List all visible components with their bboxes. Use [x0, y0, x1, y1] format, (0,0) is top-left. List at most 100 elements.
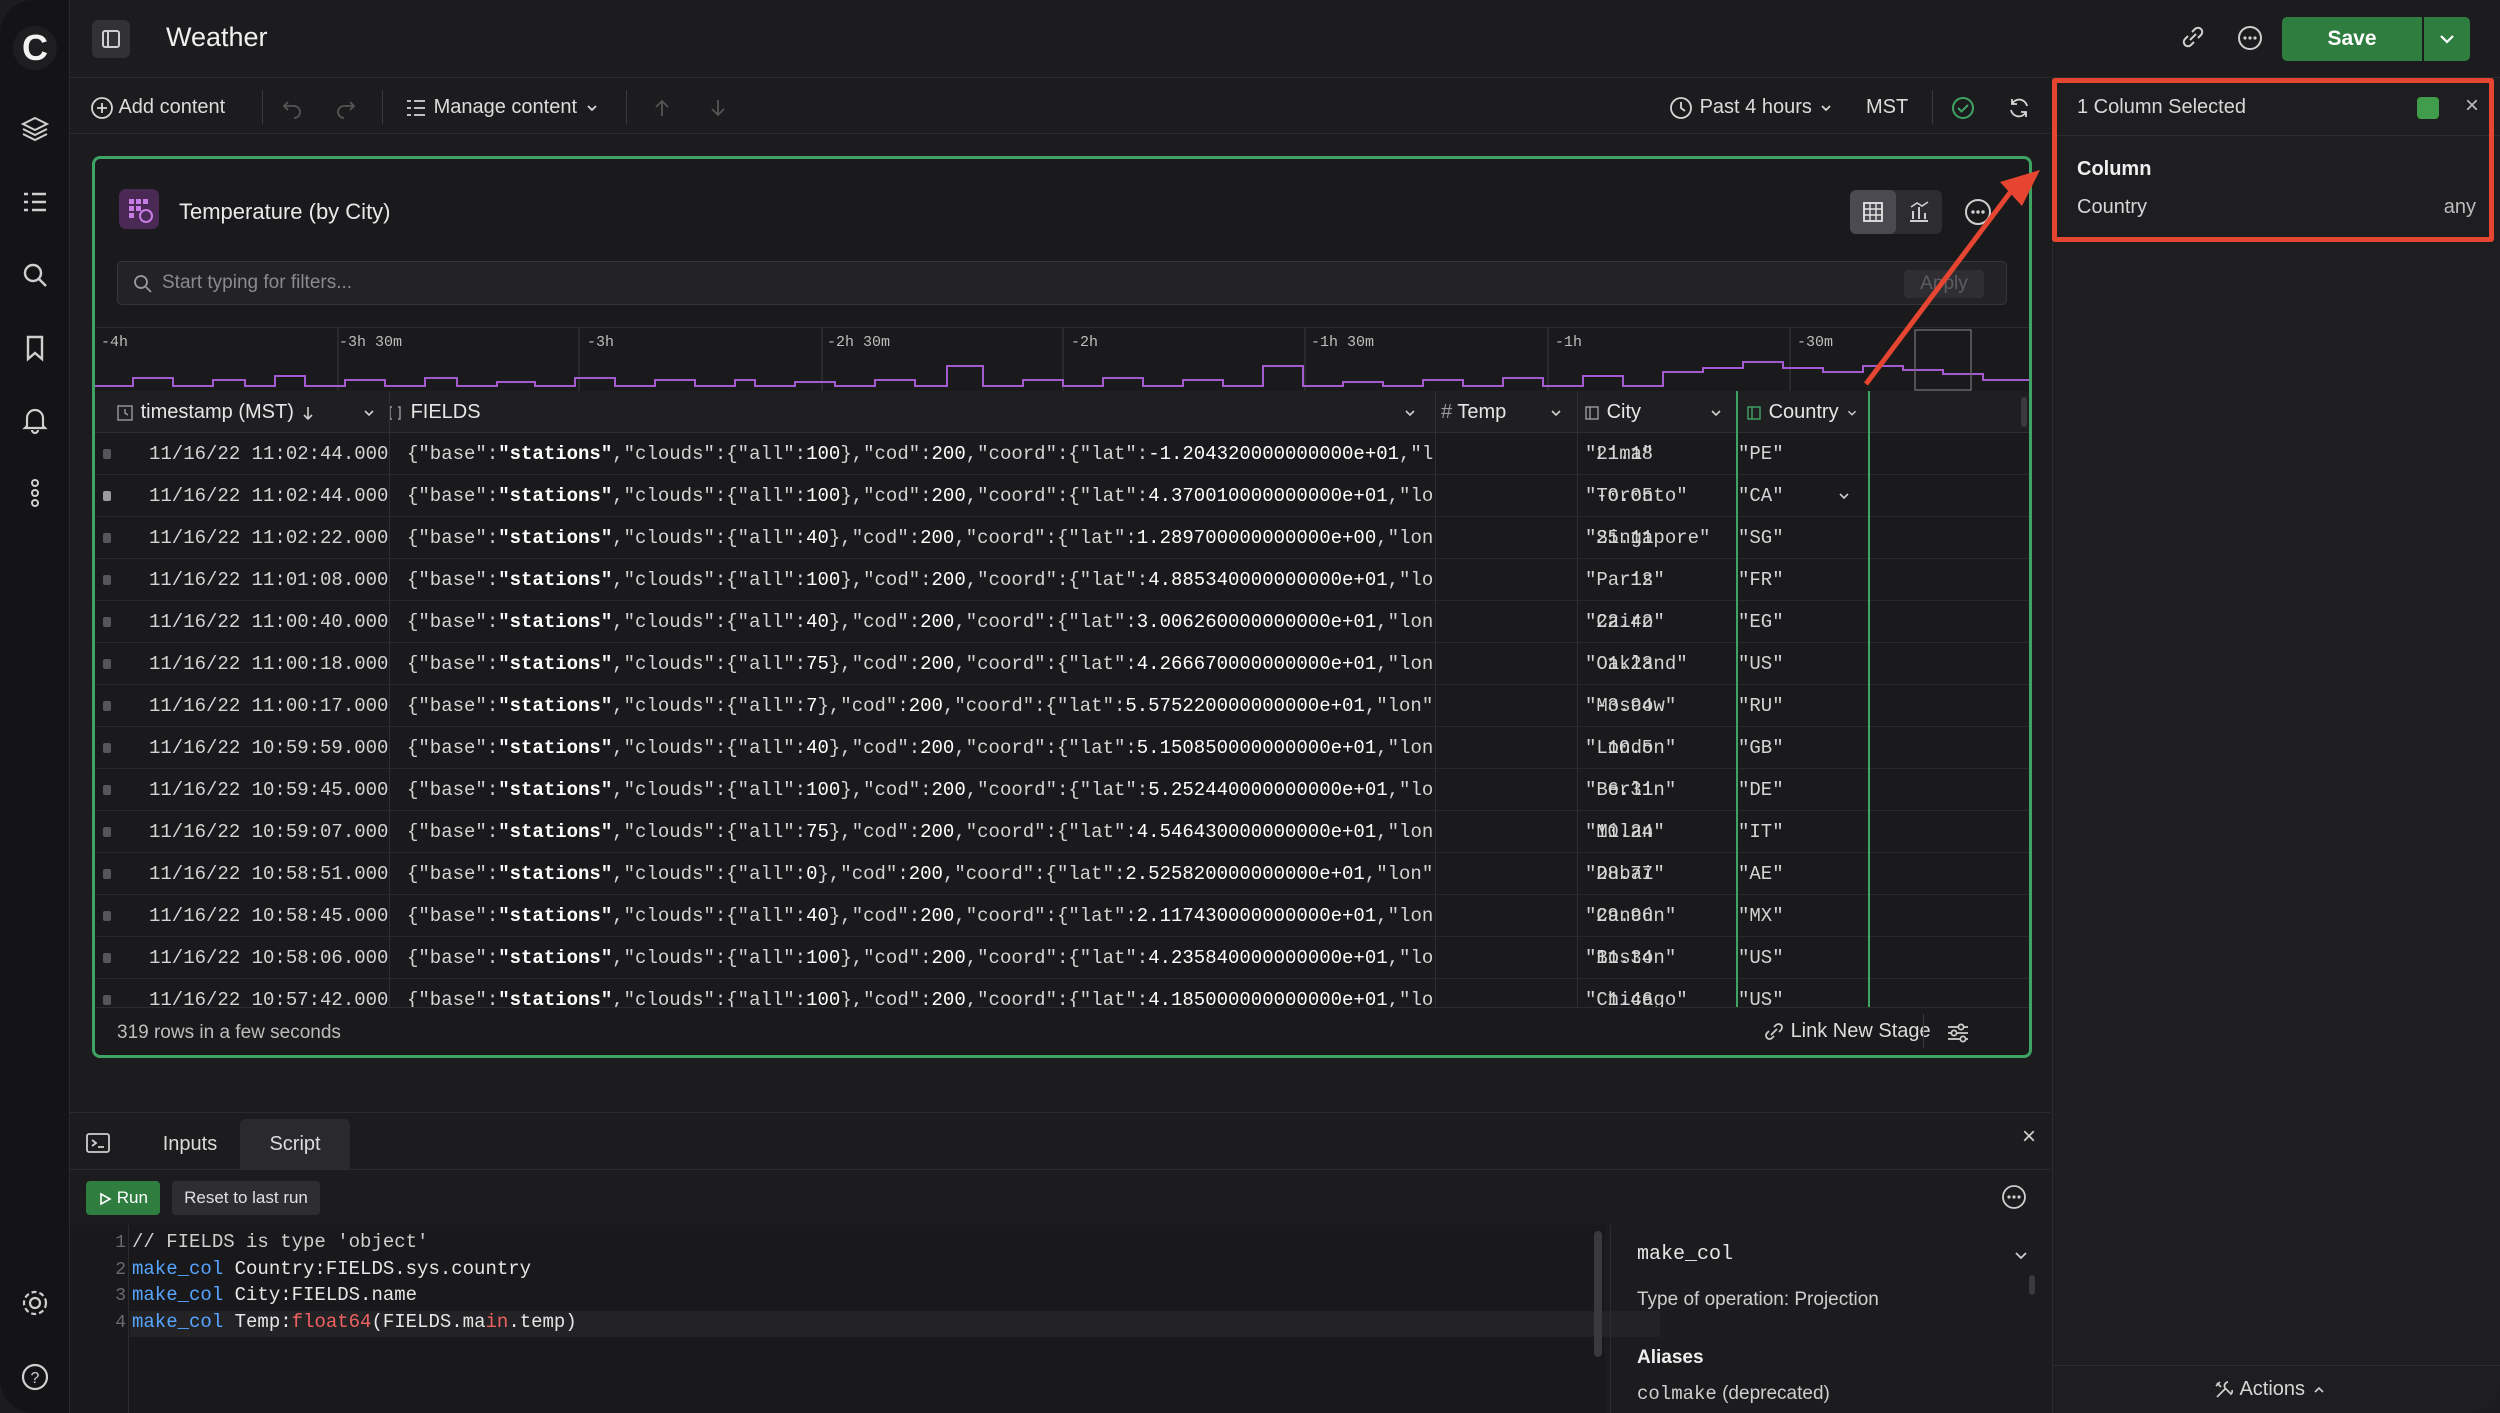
row-select-handle[interactable]: [103, 701, 111, 711]
time-range-picker[interactable]: Past 4 hours: [1668, 92, 1835, 122]
row-select-handle[interactable]: [103, 869, 111, 879]
row-select-handle[interactable]: [103, 911, 111, 921]
refresh-icon[interactable]: [2006, 92, 2032, 122]
sidebar-toggle-icon[interactable]: [92, 20, 130, 58]
row-select-handle[interactable]: [103, 617, 111, 627]
undo-icon[interactable]: [280, 92, 304, 122]
tab-inputs[interactable]: Inputs: [140, 1119, 240, 1169]
divider: [382, 90, 383, 124]
run-button[interactable]: Run: [86, 1181, 160, 1215]
column-menu-temp[interactable]: [1547, 391, 1565, 433]
cell-fields[interactable]: {"base":"stations","clouds":{"all":75},"…: [407, 643, 1433, 685]
cell-fields[interactable]: {"base":"stations","clouds":{"all":100},…: [407, 559, 1433, 601]
header-bar: Weather: [70, 0, 2500, 78]
chevron-down-icon: [1551, 410, 1561, 416]
save-options-dropdown[interactable]: [2424, 17, 2470, 61]
line-number: 1: [115, 1233, 126, 1253]
cell-fields[interactable]: {"base":"stations","clouds":{"all":0},"c…: [407, 853, 1433, 895]
filter-input[interactable]: [162, 270, 1762, 296]
run-label: Run: [116, 1188, 148, 1207]
move-down-icon[interactable]: [706, 92, 730, 122]
object-type-icon: [389, 406, 401, 420]
settings-icon[interactable]: [20, 1288, 50, 1318]
timezone-selector[interactable]: MST: [1866, 92, 1908, 122]
cell-fields[interactable]: {"base":"stations","clouds":{"all":75},"…: [407, 811, 1433, 853]
string-type-icon: [1585, 406, 1599, 420]
row-select-handle[interactable]: [103, 533, 111, 543]
cell-fields[interactable]: {"base":"stations","clouds":{"all":40},"…: [407, 727, 1433, 769]
cell-fields[interactable]: {"base":"stations","clouds":{"all":100},…: [407, 433, 1433, 475]
chevron-down-icon[interactable]: [2011, 1245, 2031, 1265]
inspector-footer: Actions: [2053, 1365, 2500, 1413]
clock-icon: [1670, 96, 1692, 119]
row-select-handle[interactable]: [103, 491, 111, 501]
redo-icon[interactable]: [334, 92, 358, 122]
row-select-handle[interactable]: [103, 575, 111, 585]
cell-fields[interactable]: {"base":"stations","clouds":{"all":40},"…: [407, 601, 1433, 643]
editor-scrollbar[interactable]: [1594, 1231, 1602, 1357]
help-icon[interactable]: ?: [20, 1362, 50, 1392]
column-header-temp[interactable]: # Temp: [1441, 391, 1506, 433]
search-icon: [134, 275, 152, 293]
timeline-histogram[interactable]: -4h -3h 30m -3h -2h 30m -2h -1h 30m -1h …: [95, 327, 2029, 396]
check-circle-icon[interactable]: [1950, 92, 1976, 122]
actions-menu-button[interactable]: Actions: [2213, 1378, 2327, 1401]
chevron-down-icon: [1821, 105, 1832, 111]
console-more-icon[interactable]: [2000, 1183, 2028, 1211]
row-select-handle[interactable]: [103, 659, 111, 669]
more-options-icon[interactable]: [2236, 24, 2264, 52]
move-up-icon[interactable]: [650, 92, 674, 122]
row-select-handle[interactable]: [103, 449, 111, 459]
terminal-icon[interactable]: [84, 1129, 112, 1157]
column-header-city[interactable]: City: [1583, 391, 1641, 433]
chevron-down-icon: [2440, 35, 2454, 44]
row-select-handle[interactable]: [103, 743, 111, 753]
column-inspector-panel: 1 Column Selected × Column Country any A…: [2052, 78, 2500, 1413]
column-header-timestamp[interactable]: timestamp (MST): [115, 391, 317, 433]
page-title: Weather: [166, 22, 268, 52]
column-label: FIELDS: [410, 401, 481, 423]
column-menu-timestamp[interactable]: [360, 391, 378, 433]
row-select-handle[interactable]: [103, 995, 111, 1005]
app-logo[interactable]: C: [13, 26, 57, 70]
chart-view-button[interactable]: [1896, 190, 1942, 234]
row-select-handle[interactable]: [103, 785, 111, 795]
cell-fields[interactable]: {"base":"stations","clouds":{"all":7},"c…: [407, 685, 1433, 727]
link-icon[interactable]: [2180, 24, 2206, 50]
code-editor[interactable]: 1 2 3 4 // FIELDS is type 'object' make_…: [70, 1225, 1660, 1413]
tab-script[interactable]: Script: [240, 1119, 350, 1169]
cell-fields[interactable]: {"base":"stations","clouds":{"all":40},"…: [407, 895, 1433, 937]
add-content-button[interactable]: Add content: [90, 92, 225, 122]
bookmark-icon[interactable]: [20, 333, 50, 363]
apply-button[interactable]: Apply: [1904, 270, 1984, 298]
column-menu-city[interactable]: [1707, 391, 1725, 433]
link-icon: [1765, 1022, 1783, 1040]
table-view-button[interactable]: [1850, 190, 1896, 234]
layers-icon[interactable]: [20, 114, 50, 144]
save-button[interactable]: Save: [2282, 17, 2422, 61]
bell-icon[interactable]: [20, 405, 50, 435]
link-new-stage-button[interactable]: Link New Stage: [1763, 1020, 1931, 1043]
more-vertical-icon[interactable]: [20, 478, 50, 508]
manage-list-icon: [407, 99, 425, 116]
card-more-icon[interactable]: [1963, 197, 1993, 227]
table-icon: [1863, 202, 1883, 222]
close-icon[interactable]: ×: [2022, 1123, 2036, 1151]
row-select-handle[interactable]: [103, 827, 111, 837]
column-header-fields[interactable]: FIELDS: [385, 391, 481, 433]
list-icon[interactable]: [20, 188, 50, 218]
doc-scrollbar[interactable]: [2029, 1275, 2035, 1295]
manage-content-button[interactable]: Manage content: [404, 92, 601, 122]
cell-fields[interactable]: {"base":"stations","clouds":{"all":100},…: [407, 979, 1433, 1007]
column-menu-fields[interactable]: [1401, 391, 1419, 433]
row-select-handle[interactable]: [103, 953, 111, 963]
cell-fields[interactable]: {"base":"stations","clouds":{"all":100},…: [407, 475, 1433, 517]
reset-button[interactable]: Reset to last run: [172, 1181, 320, 1215]
search-icon[interactable]: [20, 260, 50, 290]
cell-fields[interactable]: {"base":"stations","clouds":{"all":100},…: [407, 937, 1433, 979]
cell-fields[interactable]: {"base":"stations","clouds":{"all":40},"…: [407, 517, 1433, 559]
horizontal-scrollbar[interactable]: [2021, 397, 2027, 427]
sliders-icon[interactable]: [1945, 1020, 1971, 1046]
divider: [262, 90, 263, 124]
cell-fields[interactable]: {"base":"stations","clouds":{"all":100},…: [407, 769, 1433, 811]
